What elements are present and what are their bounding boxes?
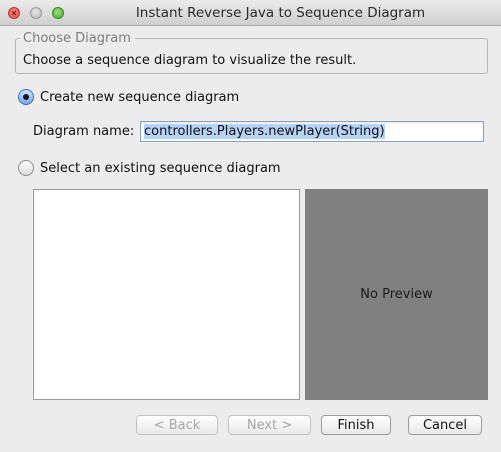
diagram-name-label: Diagram name: <box>33 124 135 139</box>
preview-panel: No Preview <box>305 189 488 400</box>
cancel-button[interactable]: Cancel <box>408 415 482 435</box>
next-button[interactable]: Next > <box>228 415 311 435</box>
title-bar[interactable]: Instant Reverse Java to Sequence Diagram <box>0 0 501 26</box>
select-existing-label[interactable]: Select an existing sequence diagram <box>40 161 281 176</box>
dialog-window: Instant Reverse Java to Sequence Diagram… <box>0 0 501 452</box>
window-title: Instant Reverse Java to Sequence Diagram <box>135 5 426 21</box>
close-window-icon[interactable] <box>8 7 20 19</box>
create-new-option[interactable]: Create new sequence diagram <box>18 89 239 105</box>
select-existing-radio[interactable] <box>18 160 34 176</box>
diagram-name-value: controllers.Players.newPlayer(String) <box>144 124 385 139</box>
create-new-label[interactable]: Create new sequence diagram <box>40 90 239 105</box>
diagram-list[interactable] <box>33 189 300 400</box>
zoom-window-icon[interactable] <box>52 7 64 19</box>
no-preview-text: No Preview <box>360 287 433 302</box>
finish-button[interactable]: Finish <box>321 415 391 435</box>
select-existing-option[interactable]: Select an existing sequence diagram <box>18 160 281 176</box>
minimize-window-icon[interactable] <box>30 7 42 19</box>
diagram-name-input[interactable]: controllers.Players.newPlayer(String) <box>140 121 484 142</box>
group-description: Choose a sequence diagram to visualize t… <box>23 53 357 68</box>
back-button[interactable]: < Back <box>136 415 218 435</box>
group-legend: Choose Diagram <box>20 31 135 46</box>
create-new-radio[interactable] <box>18 89 34 105</box>
